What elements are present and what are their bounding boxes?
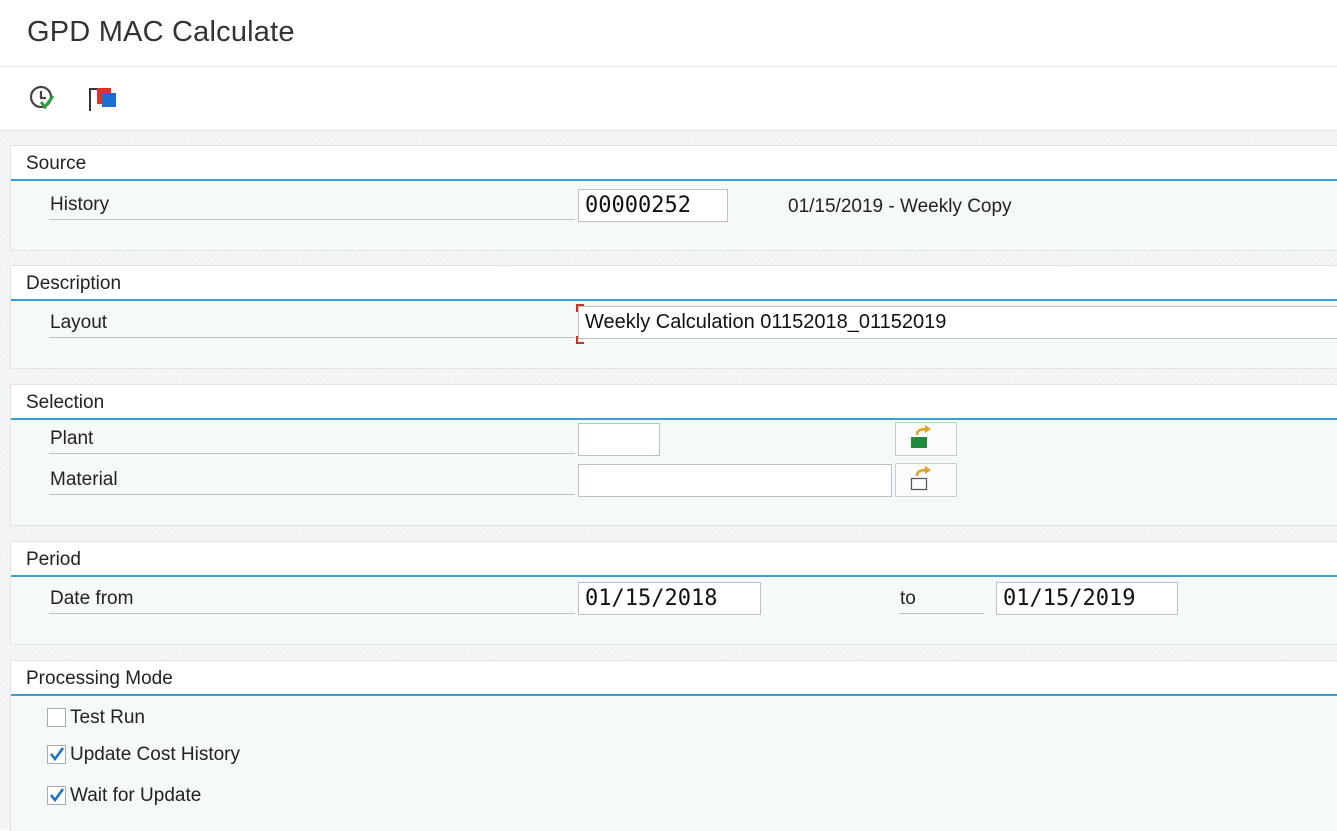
date-from-label: Date from	[49, 586, 575, 614]
group-title-source: Source	[11, 146, 1337, 181]
history-field[interactable]: 00000252	[578, 189, 728, 222]
toolbar	[0, 67, 1337, 131]
update-cost-history-checkbox[interactable]	[47, 745, 66, 764]
description-group: Description Layout Weekly Calculation 01…	[10, 265, 1337, 369]
history-label: History	[49, 192, 575, 220]
multiple-selection-material-button[interactable]	[895, 463, 957, 497]
plant-label: Plant	[49, 426, 575, 454]
layout-field[interactable]: Weekly Calculation 01152018_01152019	[578, 306, 1337, 339]
checkmark-icon	[49, 788, 65, 803]
page-title: GPD MAC Calculate	[27, 16, 295, 48]
source-group: Source History 00000252 01/15/2019 - Wee…	[10, 145, 1337, 251]
date-from-field[interactable]: 01/15/2018	[578, 582, 761, 615]
copy-variant-icon	[89, 88, 116, 111]
title-bar: GPD MAC Calculate	[0, 0, 1337, 67]
material-label: Material	[49, 467, 575, 495]
period-group: Period Date from 01/15/2018 to 01/15/201…	[10, 541, 1337, 645]
clock-check-icon	[29, 85, 55, 110]
material-field[interactable]	[578, 464, 892, 497]
multiple-selection-empty-icon	[910, 466, 931, 491]
main-content: Source History 00000252 01/15/2019 - Wee…	[0, 131, 1337, 831]
get-variant-button[interactable]	[84, 79, 124, 119]
multiple-selection-filled-icon	[911, 425, 931, 448]
group-title-description: Description	[11, 266, 1337, 301]
to-label: to	[899, 586, 984, 614]
wait-for-update-checkbox[interactable]	[47, 786, 66, 805]
checkmark-icon	[49, 747, 65, 762]
date-to-field[interactable]: 01/15/2019	[996, 582, 1178, 615]
group-title-period: Period	[11, 542, 1337, 577]
wait-for-update-label: Wait for Update	[70, 785, 202, 806]
focus-indicator	[576, 336, 584, 344]
layout-label: Layout	[49, 310, 575, 338]
execute-button[interactable]	[24, 79, 64, 119]
history-description: 01/15/2019 - Weekly Copy	[788, 196, 1012, 217]
group-title-processing-mode: Processing Mode	[11, 661, 1337, 696]
test-run-checkbox[interactable]	[47, 708, 66, 727]
multiple-selection-plant-button[interactable]	[895, 422, 957, 456]
update-cost-history-label: Update Cost History	[70, 744, 241, 765]
plant-field[interactable]	[578, 423, 660, 456]
focus-indicator	[576, 304, 584, 312]
processing-mode-group: Processing Mode Test Run Update Cost His…	[10, 660, 1337, 831]
selection-group: Selection Plant Material	[10, 384, 1337, 526]
group-title-selection: Selection	[11, 385, 1337, 420]
test-run-label: Test Run	[70, 707, 145, 728]
